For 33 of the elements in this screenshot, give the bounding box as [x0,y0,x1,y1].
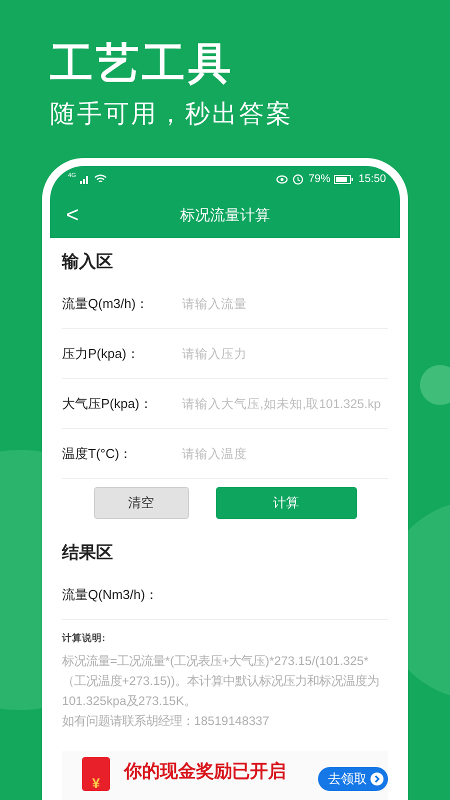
field-label: 流量Q(Nm3/h)： [62,586,160,604]
decor-circle [420,365,450,405]
field-label: 大气压P(kpa)： [62,394,154,412]
status-time: 15:50 [358,173,386,185]
wifi-icon [94,174,108,184]
ad-text: 你的现金奖励已开启 [124,760,286,783]
section-title: 输入区 [60,251,114,273]
input-field[interactable]: 请输入压力 [182,346,388,360]
section-title: 结果区 [60,542,114,564]
field-label: 压力P(kpa)： [62,344,140,362]
input-field[interactable]: 请输入大气压,如未知,取101.325.kp [182,396,388,410]
battery-icon [334,174,354,184]
notes-title: 计算说明: [60,632,106,646]
contact-text: 如有问题请联系胡经理：18519148337 [61,713,270,730]
field-label: 流量Q(m3/h)： [62,294,150,312]
battery-percent: 79% [308,173,330,185]
eye-icon [276,174,288,184]
back-button[interactable]: < [62,202,83,228]
claim-button[interactable]: 去领取 [318,767,388,791]
alarm-icon [292,173,304,185]
calculate-button[interactable]: 计算 [216,487,356,519]
notes-text: 标况流量=工况流量*(工况表压+大气压)*273.15/(101.325* （工况温度+273.15))。本计算中默认标况压力和标况温度为 101.325kpa及273.15K。 [61,653,380,710]
screen-title: 标况流量计算 [179,206,271,224]
signal-icon [80,174,90,184]
promo-title: 工艺工具 [49,39,235,90]
promo-subtitle: 随手可用，秒出答案 [49,99,294,130]
input-field[interactable]: 请输入流量 [182,296,388,310]
clear-button[interactable]: 清空 [94,487,188,519]
input-field[interactable]: 请输入温度 [182,446,388,460]
arrow-circle-icon [370,772,384,786]
field-label: 温度T(°C)： [62,444,134,462]
envelope-icon: ¥ [82,757,110,791]
ad-banner[interactable]: ¥ 你的现金奖励已开启 去领取 [62,751,388,800]
